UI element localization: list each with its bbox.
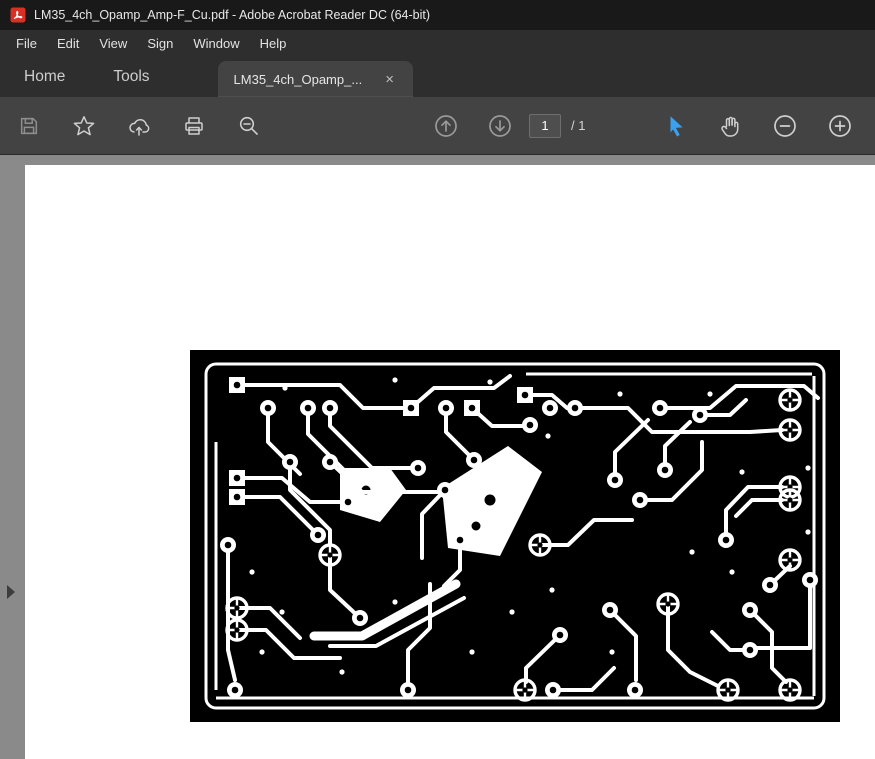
menu-window[interactable]: Window [183,33,249,54]
document-area[interactable] [0,155,875,759]
zoom-in-button[interactable] [827,113,853,139]
toolbar-center-group: / 1 [433,97,585,154]
hand-tool-button[interactable] [717,113,743,139]
menu-help[interactable]: Help [250,33,297,54]
menu-file[interactable]: File [6,33,47,54]
pdf-app-icon [10,7,26,23]
page-total-label: / 1 [571,118,585,133]
star-favorites-icon [72,114,96,138]
select-tool-button[interactable] [662,113,688,139]
print-button[interactable] [181,113,207,139]
zoom-search-button[interactable] [236,113,262,139]
cloud-upload-icon [127,114,151,138]
tab-document-label: LM35_4ch_Opamp_... [234,72,363,87]
pcb-image [190,350,840,722]
menu-edit[interactable]: Edit [47,33,89,54]
cloud-share-button[interactable] [126,113,152,139]
toolbar-left-group [16,97,262,154]
save-icon [18,115,40,137]
toolbar: / 1 [0,97,875,155]
tabbar: Home Tools LM35_4ch_Opamp_... × [0,56,875,97]
menu-view[interactable]: View [89,33,137,54]
tab-tools[interactable]: Tools [89,56,173,97]
tab-document[interactable]: LM35_4ch_Opamp_... × [218,61,413,97]
previous-page-button[interactable] [433,113,459,139]
print-icon [182,114,206,138]
chevron-right-icon [7,585,15,599]
page-up-icon [433,113,459,139]
page-down-icon [487,113,513,139]
menubar: File Edit View Sign Window Help [0,30,875,56]
zoom-search-icon [237,114,261,138]
zoom-out-icon [772,113,798,139]
zoom-in-icon [827,113,853,139]
favorites-button[interactable] [71,113,97,139]
pcb-copper-artwork [190,350,840,722]
tab-close-icon[interactable]: × [382,70,397,89]
hand-tool-icon [718,114,742,138]
zoom-out-button[interactable] [772,113,798,139]
menu-sign[interactable]: Sign [137,33,183,54]
titlebar: LM35_4ch_Opamp_Amp-F_Cu.pdf - Adobe Acro… [0,0,875,30]
pdf-page [25,165,875,759]
nav-pane-toggle[interactable] [3,582,19,602]
next-page-button[interactable] [487,113,513,139]
tab-home[interactable]: Home [0,56,89,97]
select-tool-icon [663,114,687,138]
page-number-input[interactable] [529,114,561,138]
save-button[interactable] [16,113,42,139]
acrobat-window: LM35_4ch_Opamp_Amp-F_Cu.pdf - Adobe Acro… [0,0,875,759]
toolbar-right-group [662,97,853,154]
window-title: LM35_4ch_Opamp_Amp-F_Cu.pdf - Adobe Acro… [34,8,430,22]
